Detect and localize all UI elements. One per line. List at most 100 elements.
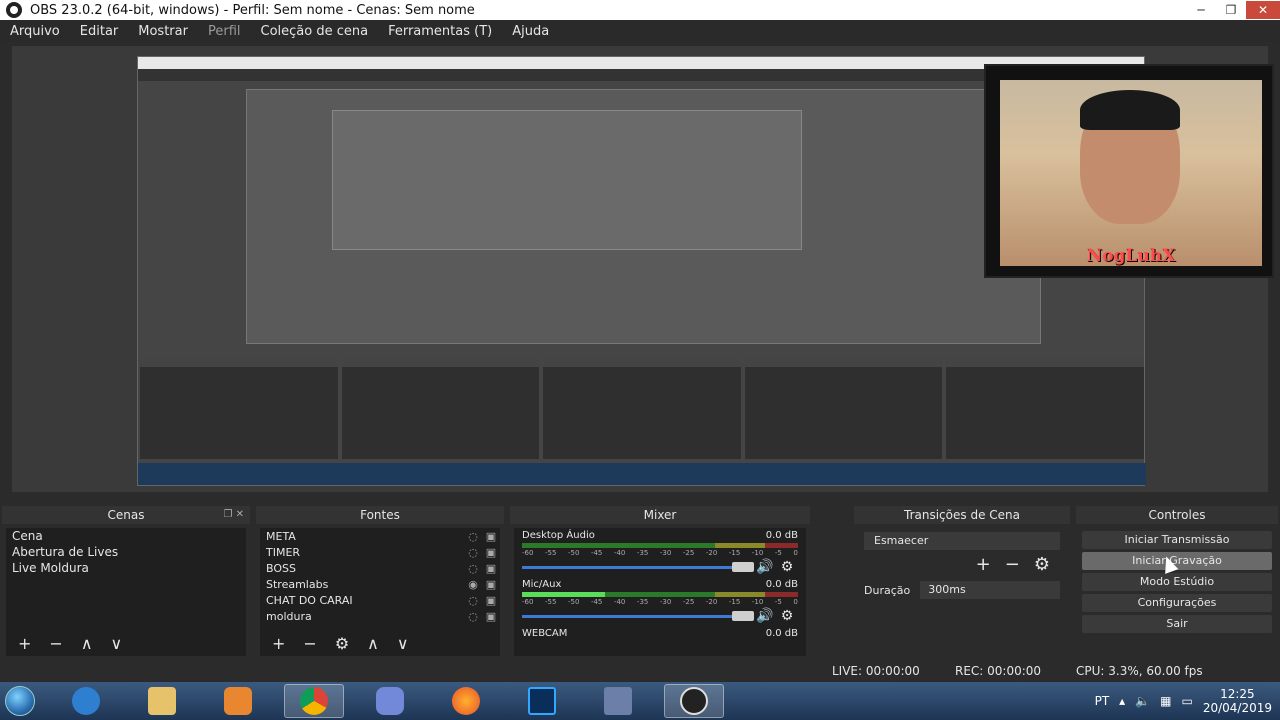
menu-ajuda[interactable]: Ajuda (502, 24, 559, 39)
source-item[interactable]: TIMER ◌ ▣ (260, 544, 500, 560)
lock-icon[interactable]: ▣ (482, 578, 500, 591)
lock-icon[interactable]: ▣ (482, 530, 500, 543)
scene-item[interactable]: Cena (6, 528, 246, 544)
scene-item[interactable]: Live Moldura (6, 560, 246, 576)
language-indicator[interactable]: PT (1095, 694, 1110, 708)
clock-time: 12:25 (1220, 687, 1255, 701)
slider-handle[interactable] (732, 610, 754, 621)
lock-icon[interactable]: ▣ (482, 546, 500, 559)
menu-colecao-de-cena[interactable]: Coleção de cena (251, 24, 379, 39)
source-item[interactable]: Streamlabs ◉ ▣ (260, 576, 500, 592)
source-item[interactable]: BOSS ◌ ▣ (260, 560, 500, 576)
maximize-button[interactable]: ❐ (1216, 1, 1246, 19)
menu-arquivo[interactable]: Arquivo (0, 24, 70, 39)
scenes-dock: Cenas ❐ ✕ Cena Abertura de Lives Live Mo… (2, 506, 250, 656)
channel-name: Desktop Áudio (522, 530, 595, 541)
visibility-icon[interactable]: ◌ (464, 610, 482, 623)
gear-icon[interactable]: ⚙ (335, 634, 349, 653)
nested-docks (138, 357, 1146, 459)
studio-mode-button[interactable]: Modo Estúdio (1082, 573, 1272, 591)
remove-source-button[interactable]: − (303, 634, 316, 653)
channel-level: 0.0 dB (765, 530, 798, 541)
speaker-icon[interactable]: 🔊 (754, 608, 776, 624)
mixer-dock: Mixer Desktop Áudio 0.0 dB -60 -55 -50 -45 -4… (510, 506, 810, 656)
slider-handle[interactable] (732, 561, 754, 572)
visibility-icon[interactable]: ◌ (464, 530, 482, 543)
clock[interactable]: 12:25 20/04/2019 (1203, 687, 1272, 715)
add-scene-button[interactable]: + (18, 634, 31, 653)
taskbar-app[interactable] (588, 684, 648, 718)
action-center-icon[interactable]: ▭ (1181, 694, 1192, 708)
taskbar-app[interactable] (132, 684, 192, 718)
move-down-icon[interactable]: ∨ (111, 634, 123, 653)
webcam-feed: NogLuhX (1000, 80, 1262, 266)
taskbar-app[interactable] (284, 684, 344, 718)
move-up-icon[interactable]: ∧ (81, 634, 93, 653)
gear-icon[interactable]: ⚙ (776, 559, 798, 575)
menu-perfil[interactable]: Perfil (198, 24, 251, 39)
visibility-icon[interactable]: ◌ (464, 594, 482, 607)
add-source-button[interactable]: + (272, 634, 285, 653)
controls-title: Controles (1148, 508, 1206, 522)
obs-logo-icon (6, 2, 22, 18)
network-icon[interactable]: ▦ (1160, 694, 1171, 708)
source-item[interactable]: CHAT DO CARAI ◌ ▣ (260, 592, 500, 608)
window-title: OBS 23.0.2 (64-bit, windows) - Perfil: S… (30, 2, 475, 18)
rec-status: REC: 00:00:00 (955, 664, 1042, 678)
dock-float-close-icon[interactable]: ❐ ✕ (223, 506, 244, 524)
start-streaming-button[interactable]: Iniciar Transmissão (1082, 531, 1272, 549)
mixer-channel: Desktop Áudio 0.0 dB -60 -55 -50 -45 -40 -35 -3… (514, 528, 806, 577)
taskbar-app[interactable] (664, 684, 724, 718)
speaker-icon[interactable]: 🔊 (754, 559, 776, 575)
menu-mostrar[interactable]: Mostrar (128, 24, 198, 39)
scene-item[interactable]: Abertura de Lives (6, 544, 246, 560)
visibility-icon[interactable]: ◌ (464, 562, 482, 575)
taskbar-app[interactable] (208, 684, 268, 718)
duration-input[interactable]: 300ms (920, 581, 1060, 599)
add-transition-button[interactable]: + (976, 554, 991, 575)
volume-icon[interactable]: 🔈 (1135, 694, 1150, 708)
window-titlebar: OBS 23.0.2 (64-bit, windows) - Perfil: S… (0, 0, 1280, 20)
kf-app-icon (604, 687, 632, 715)
tray-arrow-icon[interactable]: ▴ (1119, 694, 1125, 708)
settings-button[interactable]: Configurações (1082, 594, 1272, 612)
volume-slider[interactable] (522, 561, 754, 572)
minimize-button[interactable]: ─ (1186, 1, 1216, 19)
gear-icon[interactable]: ⚙ (1034, 554, 1050, 575)
file-explorer-icon (148, 687, 176, 715)
gear-icon[interactable]: ⚙ (776, 608, 798, 624)
taskbar-app[interactable] (360, 684, 420, 718)
lock-icon[interactable]: ▣ (482, 562, 500, 575)
transition-select[interactable]: Esmaecer (864, 532, 1060, 550)
remove-scene-button[interactable]: − (49, 634, 62, 653)
meter-scale: -60 -55 -50 -45 -40 -35 -30 -25 -20 -15 -10 -5 0 (522, 549, 798, 557)
start-button[interactable] (0, 682, 40, 720)
taskbar-app[interactable] (436, 684, 496, 718)
menu-editar[interactable]: Editar (70, 24, 129, 39)
nested-taskbar (138, 463, 1146, 485)
volume-meter (522, 592, 798, 597)
discord-icon (376, 687, 404, 715)
remove-transition-button[interactable]: − (1005, 554, 1020, 575)
move-up-icon[interactable]: ∧ (367, 634, 379, 653)
source-item[interactable]: META ◌ ▣ (260, 528, 500, 544)
lock-icon[interactable]: ▣ (482, 610, 500, 623)
sources-toolbar: + − ⚙ ∧ ∨ (264, 632, 496, 654)
taskbar-app[interactable] (56, 684, 116, 718)
lock-icon[interactable]: ▣ (482, 594, 500, 607)
scenes-toolbar: + − ∧ ∨ (10, 632, 242, 654)
move-down-icon[interactable]: ∨ (397, 634, 409, 653)
exit-button[interactable]: Sair (1082, 615, 1272, 633)
visibility-icon[interactable]: ◌ (464, 546, 482, 559)
preview-canvas[interactable]: NogLuhX (12, 46, 1274, 492)
visibility-icon[interactable]: ◉ (464, 578, 482, 591)
volume-slider[interactable] (522, 610, 754, 621)
system-tray: PT ▴ 🔈 ▦ ▭ 12:25 20/04/2019 (1095, 682, 1272, 720)
close-button[interactable]: ✕ (1246, 1, 1280, 19)
cpu-status: CPU: 3.3%, 60.00 fps (1076, 664, 1203, 678)
source-item[interactable]: moldura ◌ ▣ (260, 608, 500, 624)
status-bar: LIVE: 00:00:00 REC: 00:00:00 CPU: 3.3%, … (0, 662, 1280, 682)
photoshop-icon (528, 687, 556, 715)
menu-ferramentas[interactable]: Ferramentas (T) (378, 24, 502, 39)
taskbar-app[interactable] (512, 684, 572, 718)
